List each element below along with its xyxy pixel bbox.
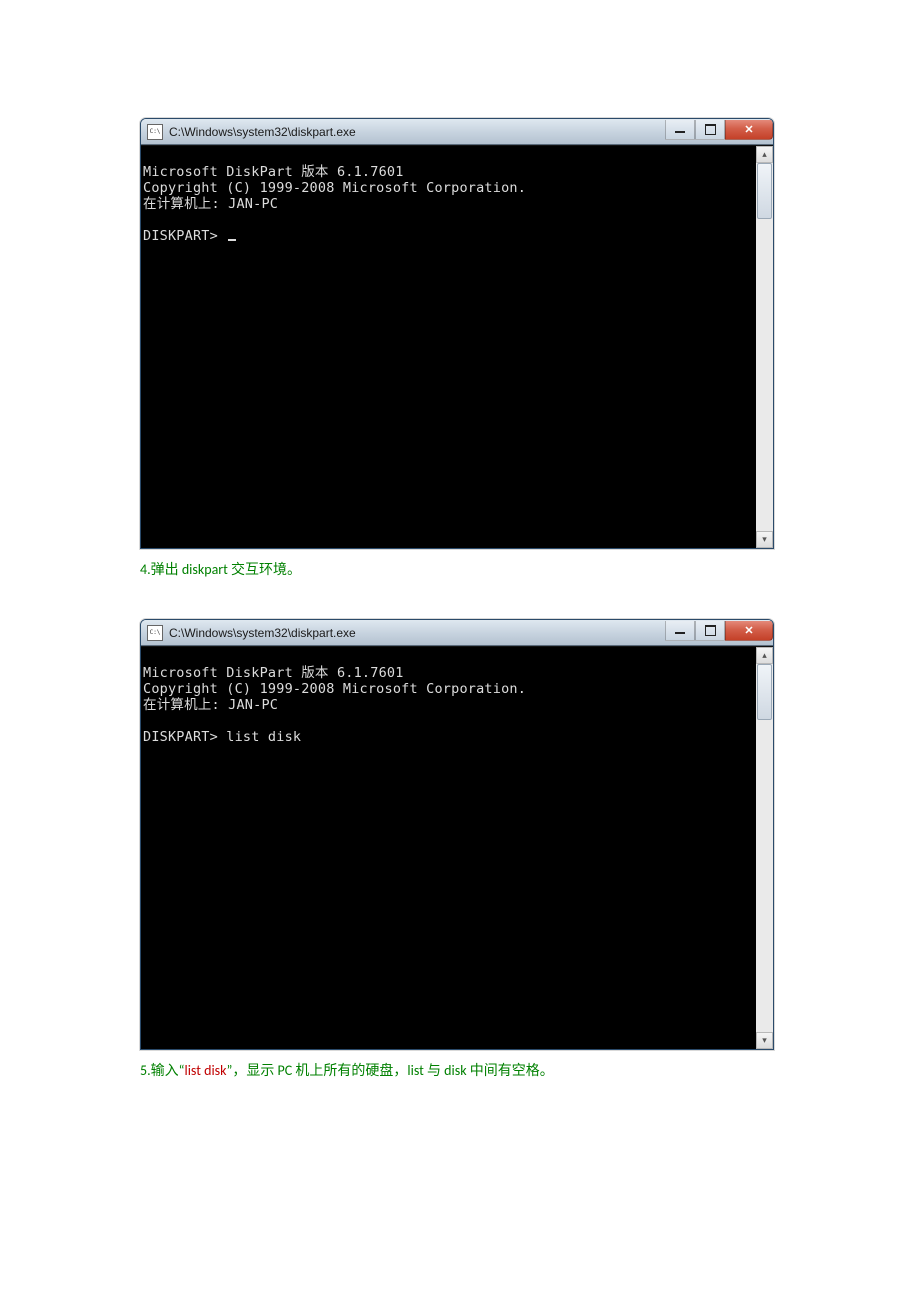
- maximize-button[interactable]: [695, 120, 725, 140]
- cmd-icon: [147, 625, 163, 641]
- scroll-track[interactable]: [756, 664, 773, 1032]
- window-title: C:\Windows\system32\diskpart.exe: [169, 125, 665, 139]
- step-number: 4.: [140, 561, 151, 578]
- caption-text: diskpart: [182, 561, 228, 578]
- cmd-window-2: C:\Windows\system32\diskpart.exe Microso…: [140, 619, 774, 1050]
- cursor-icon: [228, 239, 236, 241]
- console-line: 在计算机上: JAN-PC: [143, 196, 278, 212]
- scroll-up-icon[interactable]: ▴: [756, 647, 773, 664]
- caption-5: 5.输入“list disk”，显示 PC 机上所有的硬盘，list 与 dis…: [140, 1060, 780, 1082]
- window-title: C:\Windows\system32\diskpart.exe: [169, 626, 665, 640]
- console-area: Microsoft DiskPart 版本 6.1.7601 Copyright…: [141, 646, 773, 1049]
- scroll-down-icon[interactable]: ▾: [756, 1032, 773, 1049]
- console-area: Microsoft DiskPart 版本 6.1.7601 Copyright…: [141, 145, 773, 548]
- command-text: list disk: [185, 1062, 227, 1079]
- minimize-button[interactable]: [665, 621, 695, 641]
- cmd-icon: [147, 124, 163, 140]
- caption-4: 4.弹出 diskpart 交互环境。: [140, 559, 780, 581]
- caption-text: ”，显示 PC 机上所有的硬盘，list 与 disk 中间有空格。: [227, 1062, 554, 1079]
- console-prompt: DISKPART> list disk: [143, 729, 301, 745]
- step-number: 5.: [140, 1062, 151, 1079]
- titlebar[interactable]: C:\Windows\system32\diskpart.exe: [141, 620, 773, 646]
- scroll-thumb[interactable]: [757, 664, 772, 720]
- console-line: Microsoft DiskPart 版本 6.1.7601: [143, 665, 404, 681]
- maximize-button[interactable]: [695, 621, 725, 641]
- cmd-window-1: C:\Windows\system32\diskpart.exe Microso…: [140, 118, 774, 549]
- scroll-thumb[interactable]: [757, 163, 772, 219]
- console-output[interactable]: Microsoft DiskPart 版本 6.1.7601 Copyright…: [141, 146, 756, 548]
- caption-text: 弹出: [151, 561, 182, 578]
- console-prompt: DISKPART>: [143, 228, 226, 244]
- caption-text: 交互环境。: [228, 561, 301, 578]
- console-output[interactable]: Microsoft DiskPart 版本 6.1.7601 Copyright…: [141, 647, 756, 1049]
- scroll-down-icon[interactable]: ▾: [756, 531, 773, 548]
- close-button[interactable]: [725, 120, 773, 140]
- vertical-scrollbar[interactable]: ▴ ▾: [756, 647, 773, 1049]
- scroll-track[interactable]: [756, 163, 773, 531]
- vertical-scrollbar[interactable]: ▴ ▾: [756, 146, 773, 548]
- console-line: Copyright (C) 1999-2008 Microsoft Corpor…: [143, 180, 526, 196]
- titlebar[interactable]: C:\Windows\system32\diskpart.exe: [141, 119, 773, 145]
- close-button[interactable]: [725, 621, 773, 641]
- console-line: Microsoft DiskPart 版本 6.1.7601: [143, 164, 404, 180]
- minimize-button[interactable]: [665, 120, 695, 140]
- console-line: 在计算机上: JAN-PC: [143, 697, 278, 713]
- scroll-up-icon[interactable]: ▴: [756, 146, 773, 163]
- caption-text: 输入“: [151, 1062, 185, 1079]
- console-line: Copyright (C) 1999-2008 Microsoft Corpor…: [143, 681, 526, 697]
- window-controls: [665, 621, 773, 641]
- window-controls: [665, 120, 773, 140]
